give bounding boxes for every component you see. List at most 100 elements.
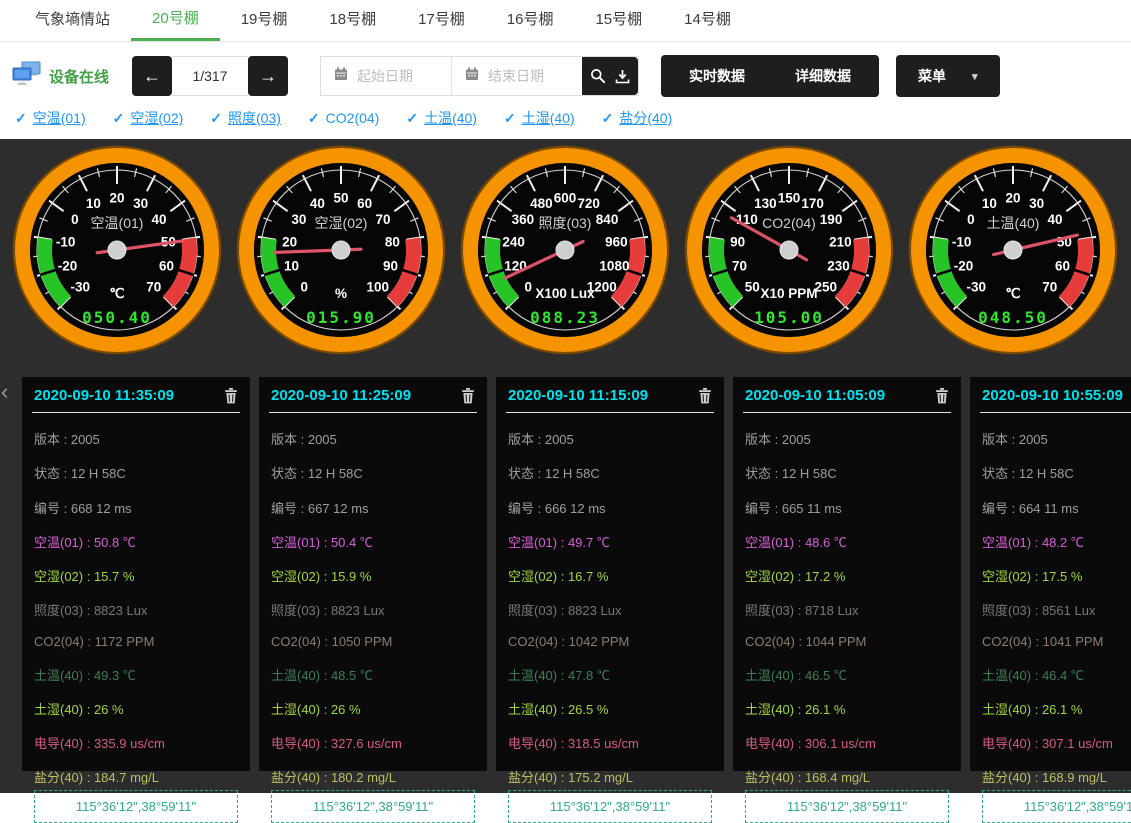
tab-20号棚[interactable]: 20号棚 — [131, 0, 220, 41]
coordinates-box[interactable]: 115°36'12",38°59'11" — [508, 790, 712, 823]
gauge-空湿(02): 0102030405060708090100空湿(02)%015.90 — [235, 144, 447, 356]
filter-土温(40)[interactable]: ✓土温(40) — [406, 108, 477, 128]
card-row-盐分(40): 盐分(40) : 168.9 mg/L — [982, 767, 1131, 786]
card-row-土湿(40): 土湿(40) : 26 % — [271, 699, 475, 718]
card-row-编号: 编号 : 666 12 ms — [508, 498, 712, 517]
tab-16号棚[interactable]: 16号棚 — [486, 0, 575, 41]
realtime-data-button[interactable]: 实时数据 — [689, 66, 745, 86]
svg-text:70: 70 — [1042, 279, 1057, 294]
trash-icon[interactable] — [461, 388, 475, 404]
detail-data-button[interactable]: 详细数据 — [795, 66, 851, 86]
card-row-土湿(40): 土湿(40) : 26.5 % — [508, 699, 712, 718]
start-date-input[interactable]: 起始日期 — [321, 57, 452, 95]
card-row-状态: 状态 : 12 H 58C — [982, 463, 1131, 482]
svg-text:960: 960 — [605, 234, 628, 249]
svg-text:0: 0 — [71, 212, 79, 227]
filter-label: 照度(03) — [228, 108, 281, 128]
end-date-input[interactable]: 结束日期 — [452, 57, 582, 95]
filter-空湿(02)[interactable]: ✓空湿(02) — [113, 108, 184, 128]
card-row-版本: 版本 : 2005 — [508, 429, 712, 448]
data-card: 2020-09-10 11:35:09版本 : 2005状态 : 12 H 58… — [22, 377, 250, 771]
computers-icon — [12, 61, 42, 91]
svg-text:照度(03): 照度(03) — [539, 215, 592, 231]
end-date-placeholder: 结束日期 — [488, 66, 544, 86]
gauge-照度(03): 012024036048060072084096010801200照度(03)X… — [459, 144, 671, 356]
gauge-CO2(04): 507090110130150170190210230250CO2(04)X10… — [683, 144, 895, 356]
card-row-CO2(04): CO2(04) : 1041 PPM — [982, 634, 1131, 649]
carousel-prev-icon[interactable]: ‹ — [1, 381, 8, 403]
tab-15号棚[interactable]: 15号棚 — [574, 0, 663, 41]
card-rows: 版本 : 2005 状态 : 12 H 58C 编号 : 666 12 ms 空温(0… — [496, 413, 724, 786]
card-row-土湿(40): 土湿(40) : 26 % — [34, 699, 238, 718]
svg-text:70: 70 — [376, 212, 391, 227]
card-row-状态: 状态 : 12 H 58C — [508, 463, 712, 482]
card-timestamp: 2020-09-10 11:15:09 — [508, 387, 648, 404]
card-rows: 版本 : 2005状态 : 12 H 58C编号 : 665 11 ms空温(0… — [733, 413, 961, 786]
card-row-状态: 状态 : 12 H 58C — [34, 463, 238, 482]
svg-text:空湿(02): 空湿(02) — [315, 215, 368, 231]
tab-station[interactable]: 气象墒情站 — [14, 0, 131, 41]
coordinates-box[interactable]: 115°36'12",38°59'11" — [34, 790, 238, 823]
download-button[interactable] — [611, 56, 633, 96]
svg-text:840: 840 — [596, 212, 619, 227]
filter-空温(01)[interactable]: ✓空温(01) — [15, 108, 86, 128]
svg-text:-20: -20 — [58, 259, 78, 274]
check-icon: ✓ — [504, 110, 516, 127]
card-row-CO2(04): CO2(04) : 1172 PPM — [34, 634, 238, 649]
card-row-版本: 版本 : 2005 — [982, 429, 1131, 448]
check-icon: ✓ — [113, 110, 125, 127]
tab-17号棚[interactable]: 17号棚 — [397, 0, 486, 41]
card-row-土湿(40): 土湿(40) : 26.1 % — [982, 699, 1131, 718]
gauge-空温(01): -30-20-10010203040506070空温(01)℃050.40 — [11, 144, 223, 356]
prev-page-button[interactable]: ← — [132, 56, 172, 96]
data-mode-buttons: 实时数据 详细数据 — [661, 55, 879, 97]
filter-照度(03)[interactable]: ✓照度(03) — [210, 108, 281, 128]
coordinates-box[interactable]: 115°36'12",38°59'11" — [271, 790, 475, 823]
card-row-盐分(40): 盐分(40) : 184.7 mg/L — [34, 767, 238, 786]
svg-text:10: 10 — [86, 196, 101, 211]
card-row-CO2(04): CO2(04) : 1042 PPM — [508, 634, 712, 649]
tab-19号棚[interactable]: 19号棚 — [220, 0, 309, 41]
coordinates-box[interactable]: 115°36'12",38°59'11" — [745, 790, 949, 823]
svg-text:015.90: 015.90 — [306, 308, 376, 327]
card-row-编号: 编号 : 668 12 ms — [34, 498, 238, 517]
search-button[interactable] — [587, 56, 609, 96]
card-timestamp: 2020-09-10 11:35:09 — [34, 387, 174, 404]
menu-button[interactable]: 菜单 ▾ — [896, 55, 1000, 97]
coordinates-box[interactable]: 115°36'12",38°59'11" — [982, 790, 1131, 823]
svg-text:10: 10 — [982, 196, 997, 211]
card-rows: 版本 : 2005状态 : 12 H 58C编号 : 668 12 ms空温(0… — [22, 413, 250, 786]
svg-text:X100 Lux: X100 Lux — [535, 286, 595, 301]
svg-text:50: 50 — [333, 191, 348, 206]
tab-18号棚[interactable]: 18号棚 — [308, 0, 397, 41]
card-row-空温(01): 空温(01) : 49.7 ℃ — [508, 532, 712, 551]
card-row-空温(01): 空温(01) : 48.2 ℃ — [982, 532, 1131, 551]
card-row-版本: 版本 : 2005 — [745, 429, 949, 448]
svg-text:150: 150 — [778, 191, 801, 206]
trash-icon[interactable] — [224, 388, 238, 404]
card-row-状态: 状态 : 12 H 58C — [271, 463, 475, 482]
svg-text:%: % — [335, 286, 347, 301]
date-range-group: 起始日期 结束日期 — [320, 56, 639, 96]
filter-CO2(04)[interactable]: ✓CO2(04) — [308, 110, 379, 127]
tab-14号棚[interactable]: 14号棚 — [663, 0, 752, 41]
toolbar: 设备在线 ← 1/317 → 起始日期 — [0, 54, 1131, 98]
filter-盐分(40)[interactable]: ✓盐分(40) — [602, 108, 673, 128]
card-rows: 版本 : 2005状态 : 12 H 58C编号 : 664 11 ms空温(0… — [970, 413, 1131, 786]
card-row-空温(01): 空温(01) : 50.4 ℃ — [271, 532, 475, 551]
trash-icon[interactable] — [935, 388, 949, 404]
check-icon: ✓ — [406, 110, 418, 127]
svg-text:088.23: 088.23 — [530, 308, 600, 327]
gauge-土温(40): -30-20-10010203040506070土温(40)℃048.50 — [907, 144, 1119, 356]
next-page-button[interactable]: → — [248, 56, 288, 96]
chevron-down-icon: ▾ — [972, 70, 978, 83]
svg-text:X10 PPM: X10 PPM — [760, 286, 817, 301]
search-icon — [590, 68, 606, 84]
trash-icon[interactable] — [698, 388, 712, 404]
svg-text:30: 30 — [133, 196, 148, 211]
filter-土湿(40)[interactable]: ✓土湿(40) — [504, 108, 575, 128]
svg-text:-30: -30 — [70, 279, 90, 294]
card-row: 2020-09-10 11:35:09 版本 : 2005 状态 : 12 H 58… — [0, 377, 1131, 771]
svg-text:90: 90 — [383, 259, 398, 274]
start-date-placeholder: 起始日期 — [357, 66, 413, 86]
